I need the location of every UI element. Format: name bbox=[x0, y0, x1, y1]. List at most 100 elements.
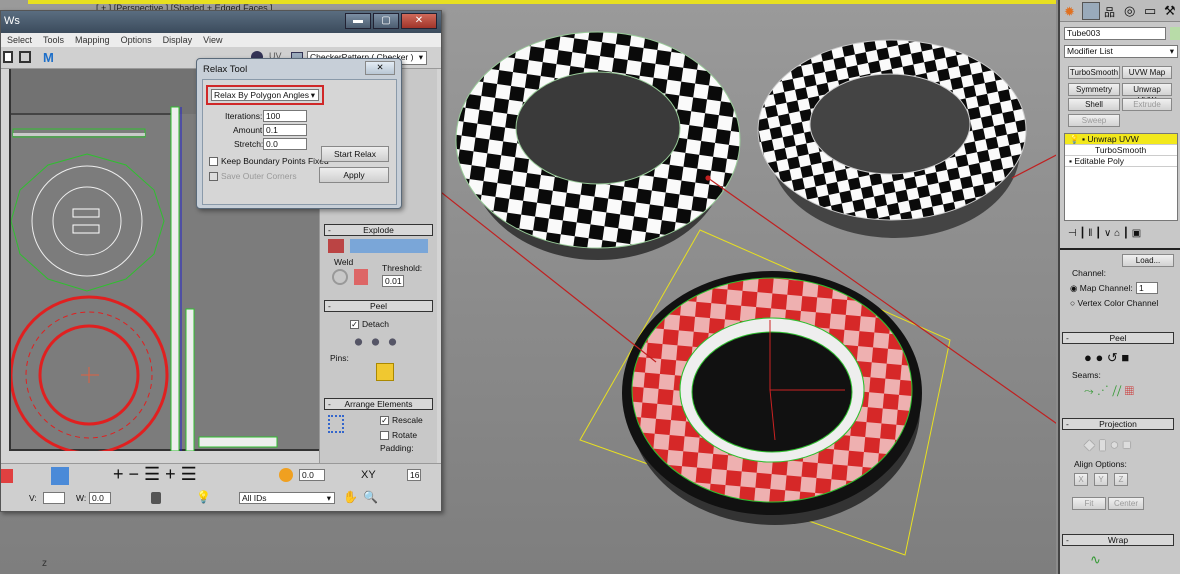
grid-input[interactable]: 16 bbox=[407, 469, 421, 481]
save-outer-corners-checkbox[interactable]: Save Outer Corners bbox=[209, 171, 297, 182]
menu-display[interactable]: Display bbox=[163, 33, 193, 47]
turbosmooth-button[interactable]: TurboSmooth bbox=[1068, 66, 1120, 79]
minimize-button[interactable]: ▬ bbox=[345, 13, 371, 29]
relax-tool-dialog[interactable]: Relax Tool ✕ Relax By Polygon Angles ▾ It… bbox=[196, 58, 402, 209]
v-input[interactable] bbox=[43, 492, 65, 504]
load-button[interactable]: Load... bbox=[1122, 254, 1174, 267]
unwrap-uvw-button[interactable]: Unwrap UVW bbox=[1122, 83, 1172, 105]
keep-boundary-checkbox[interactable]: Keep Boundary Points Fixed bbox=[209, 156, 329, 167]
move-icon[interactable] bbox=[19, 51, 31, 63]
menu-select[interactable]: Select bbox=[7, 33, 32, 47]
channel-label: Channel: bbox=[1072, 268, 1107, 278]
utilities-tab-icon[interactable]: ⚒ bbox=[1164, 3, 1176, 19]
close-button[interactable]: ✕ bbox=[401, 13, 437, 29]
ids-dropdown[interactable]: All IDs ▾ bbox=[239, 492, 335, 504]
amount-input[interactable]: 0.1 bbox=[263, 124, 307, 136]
detach-checkbox[interactable]: ✓ Detach bbox=[350, 319, 389, 330]
iterations-input[interactable]: 100 bbox=[263, 110, 307, 122]
pack-icon[interactable] bbox=[328, 415, 344, 433]
create-tab-icon[interactable]: ✹ bbox=[1064, 4, 1075, 20]
lightbulb-icon[interactable]: 💡 bbox=[196, 490, 211, 504]
amount-label: Amount: bbox=[233, 125, 265, 135]
v-label: V: bbox=[29, 493, 37, 503]
w-input[interactable]: 0.0 bbox=[89, 492, 111, 504]
soft-selection-icon[interactable] bbox=[279, 468, 293, 482]
stretch-input[interactable]: 0.0 bbox=[263, 138, 307, 150]
stack-tools-icons[interactable]: ⊣ ┃ ‖ ┃ ∨ ⌂ ┃ ▣ bbox=[1068, 228, 1141, 239]
peel-tools-icons[interactable] bbox=[350, 335, 400, 349]
peel-tools-icons[interactable]: ● ● ↺ ■ bbox=[1084, 350, 1129, 366]
lock-icon[interactable] bbox=[151, 492, 161, 504]
projection-rollout-header[interactable]: - Projection bbox=[1062, 418, 1174, 430]
xy-label[interactable]: XY bbox=[361, 469, 376, 481]
pan-hand-icon[interactable]: ✋ bbox=[343, 490, 358, 504]
center-button[interactable]: Center bbox=[1108, 497, 1144, 510]
fit-button[interactable]: Fit bbox=[1072, 497, 1106, 510]
checker-tube-right[interactable] bbox=[757, 39, 1027, 238]
object-color-swatch[interactable] bbox=[1170, 27, 1180, 40]
menu-view[interactable]: View bbox=[203, 33, 222, 47]
command-panel: ✹ 品 ◎ ▭ ⚒ Tube003 Modifier List ▾ TurboSm… bbox=[1058, 0, 1180, 574]
maximize-button[interactable]: ▢ bbox=[373, 13, 399, 29]
motion-tab-icon[interactable]: ◎ bbox=[1124, 3, 1135, 19]
stack-item-editable-poly[interactable]: ▪ Editable Poly bbox=[1065, 156, 1177, 167]
vertex-color-channel-radio[interactable]: ○ Vertex Color Channel bbox=[1070, 298, 1158, 308]
start-relax-button[interactable]: Start Relax bbox=[321, 146, 389, 162]
zoom-icon[interactable]: 🔍 bbox=[363, 490, 378, 504]
map-channel-input[interactable]: 1 bbox=[1136, 282, 1158, 294]
command-panel-tabs: ✹ 品 ◎ ▭ ⚒ bbox=[1060, 0, 1180, 22]
threshold-label: Threshold: bbox=[382, 263, 423, 273]
select-mode-icon[interactable] bbox=[3, 51, 13, 63]
selected-tube[interactable] bbox=[579, 229, 951, 556]
align-y-button[interactable]: Y bbox=[1094, 473, 1108, 486]
relax-close-button[interactable]: ✕ bbox=[365, 61, 395, 75]
peel-rollout-header[interactable]: - Peel bbox=[324, 300, 433, 312]
menu-options[interactable]: Options bbox=[121, 33, 152, 47]
align-x-button[interactable]: X bbox=[1074, 473, 1088, 486]
mirror-icon[interactable]: M bbox=[43, 50, 54, 65]
pins-label: Pins: bbox=[330, 353, 349, 363]
explode-rollout-header[interactable]: - Explode bbox=[324, 224, 433, 236]
menu-tools[interactable]: Tools bbox=[43, 33, 64, 47]
wrap-spline-icon[interactable]: ∿ bbox=[1090, 552, 1101, 568]
symmetry-button[interactable]: Symmetry bbox=[1068, 83, 1120, 96]
apply-button[interactable]: Apply bbox=[319, 167, 389, 183]
shell-button[interactable]: Shell bbox=[1068, 98, 1120, 111]
threshold-input[interactable]: 0.01 bbox=[382, 275, 404, 287]
object-name-input[interactable]: Tube003 bbox=[1064, 27, 1166, 40]
arrange-rollout-header[interactable]: - Arrange Elements bbox=[324, 398, 433, 410]
uvw-map-button[interactable]: UVW Map bbox=[1122, 66, 1172, 79]
grow-selection-icon[interactable] bbox=[51, 467, 69, 485]
menu-mapping[interactable]: Mapping bbox=[75, 33, 110, 47]
pin-active-icon[interactable] bbox=[376, 363, 394, 381]
weld-label: Weld bbox=[334, 257, 354, 267]
stack-item-unwrap-uvw[interactable]: 💡 ▪ Unwrap UVW bbox=[1065, 134, 1177, 145]
plus-icon[interactable]: + − ☰ + ☰ bbox=[113, 464, 197, 485]
modifier-list-dropdown[interactable]: Modifier List ▾ bbox=[1064, 45, 1178, 58]
relax-mode-dropdown[interactable]: Relax By Polygon Angles ▾ bbox=[211, 89, 319, 101]
color-swatch[interactable] bbox=[1, 469, 13, 483]
break-icon[interactable] bbox=[328, 239, 344, 253]
bottom-toolbar-2: V: W: 0.0 💡 All IDs ▾ ✋ 🔍 bbox=[1, 487, 441, 511]
hierarchy-tab-icon[interactable]: 品 bbox=[1104, 4, 1115, 20]
weld-selected-icon[interactable] bbox=[354, 269, 368, 285]
rescale-checkbox[interactable]: ✓ Rescale bbox=[380, 415, 423, 426]
wrap-rollout-header[interactable]: - Wrap bbox=[1062, 534, 1174, 546]
weld-target-icon[interactable] bbox=[332, 269, 348, 285]
title-bar[interactable]: Ws ▬ ▢ ✕ bbox=[1, 11, 441, 33]
map-channel-radio[interactable]: ◉ Map Channel: bbox=[1070, 283, 1133, 294]
seam-tools-icons[interactable]: ⤳ ⋰ ⧸⧸ ▦ bbox=[1084, 384, 1134, 399]
modify-tab-icon[interactable] bbox=[1082, 2, 1100, 20]
align-z-button[interactable]: Z bbox=[1114, 473, 1128, 486]
peel-rollout-header[interactable]: - Peel bbox=[1062, 332, 1174, 344]
falloff-input[interactable]: 0.0 bbox=[299, 469, 325, 481]
display-tab-icon[interactable]: ▭ bbox=[1144, 3, 1156, 19]
projection-icons[interactable]: ◆ ▮ ● ■ bbox=[1084, 436, 1131, 453]
rotate-checkbox[interactable]: Rotate bbox=[380, 430, 417, 441]
sweep-button[interactable]: Sweep bbox=[1068, 114, 1120, 127]
extrude-button[interactable]: Extrude bbox=[1122, 98, 1172, 111]
explode-tools-icons[interactable] bbox=[350, 239, 428, 253]
stretch-label: Stretch: bbox=[234, 139, 264, 149]
checker-tube-left[interactable] bbox=[455, 31, 741, 260]
stack-item-turbosmooth[interactable]: TurboSmooth bbox=[1065, 145, 1177, 156]
